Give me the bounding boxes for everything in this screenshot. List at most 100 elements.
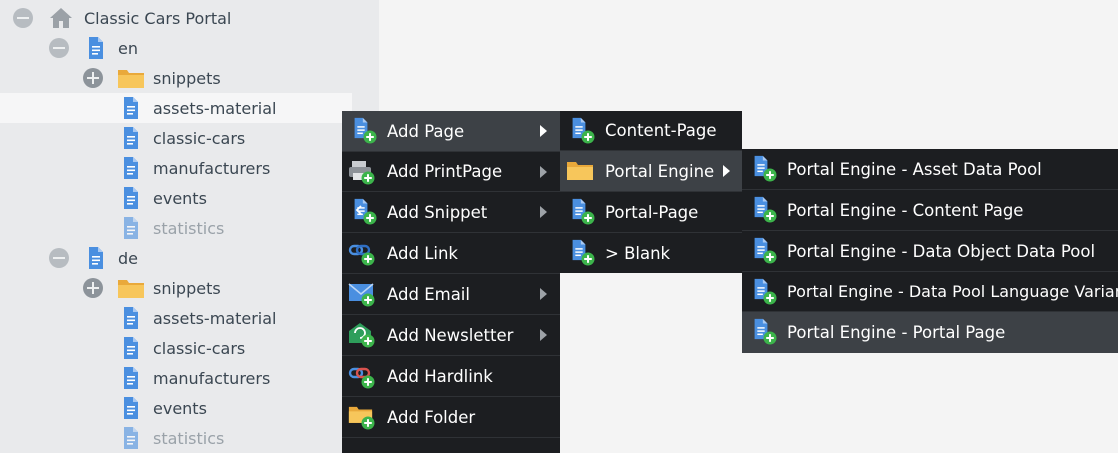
menu-item-add-snippet[interactable]: Add Snippet <box>342 192 560 233</box>
add-page-submenu: Content-Page Portal Engine Portal-Page >… <box>560 111 742 273</box>
context-menu: Add Page Add PrintPage Add Snippet Add L… <box>342 111 560 453</box>
menu-item-add-hardlink[interactable]: Add Hardlink <box>342 356 560 397</box>
tree-item-statistics[interactable]: statistics <box>0 423 379 453</box>
tree-item-events[interactable]: events <box>0 183 379 213</box>
tree-item-classic-cars[interactable]: classic-cars <box>0 333 379 363</box>
collapse-icon[interactable] <box>13 8 33 28</box>
menu-item-add-printpage[interactable]: Add PrintPage <box>342 152 560 192</box>
menu-item-add-folder[interactable]: Add Folder <box>342 397 560 438</box>
menu-item-label: Portal Engine - Portal Page <box>787 323 1006 342</box>
add-printpage-icon <box>349 161 375 185</box>
tree-item-classic-cars[interactable]: classic-cars <box>0 123 379 153</box>
tree-item-de[interactable]: de <box>0 243 379 273</box>
submenu-arrow-icon <box>540 206 547 218</box>
menu-item-portal-engine-data-pool-language-variant[interactable]: Portal Engine - Data Pool Language Varia… <box>742 272 1118 312</box>
add-email-icon <box>348 283 375 307</box>
menu-item-label: Portal Engine - Content Page <box>787 200 1024 220</box>
menu-item-label: Portal Engine - Data Pool Language Varia… <box>787 282 1118 301</box>
tree-item-statistics[interactable]: statistics <box>0 213 379 243</box>
tree-item-label: en <box>118 38 138 58</box>
home-icon <box>49 6 73 30</box>
menu-item-label: Add Snippet <box>387 202 488 222</box>
menu-item-content-page[interactable]: Content-Page <box>560 111 742 151</box>
menu-item-label: Add Hardlink <box>387 366 493 386</box>
tree-item-snippets[interactable]: snippets <box>0 273 379 303</box>
submenu-arrow-icon <box>540 288 547 300</box>
tree-item-assets-material[interactable]: assets-material <box>0 303 379 333</box>
folder-icon <box>117 66 145 90</box>
document-icon <box>119 216 143 240</box>
menu-item-add-page[interactable]: Add Page <box>342 111 560 152</box>
submenu-arrow-icon <box>540 166 547 178</box>
tree-item-label: classic-cars <box>153 128 246 148</box>
document-icon <box>119 96 143 120</box>
tree-item-label: statistics <box>153 428 225 448</box>
menu-item-add-newsletter[interactable]: Add Newsletter <box>342 315 560 356</box>
tree-item-label: de <box>118 248 138 268</box>
add-page-icon <box>354 117 377 144</box>
add-page-icon <box>754 318 777 345</box>
tree-item-assets-material[interactable]: assets-material <box>0 93 352 123</box>
menu-item-portal-engine-data-object-data-pool[interactable]: Portal Engine - Data Object Data Pool <box>742 231 1118 272</box>
tree-item-label: Classic Cars Portal <box>84 8 232 28</box>
document-icon <box>119 156 143 180</box>
tree-item-label: events <box>153 398 207 418</box>
tree-item-label: events <box>153 188 207 208</box>
add-page-icon <box>572 117 595 144</box>
tree-item-label: classic-cars <box>153 338 246 358</box>
document-icon <box>119 306 143 330</box>
menu-item-portal-engine-content-page[interactable]: Portal Engine - Content Page <box>742 190 1118 231</box>
submenu-arrow-icon <box>540 329 547 341</box>
document-icon <box>119 126 143 150</box>
document-icon <box>84 246 108 270</box>
tree-item-label: statistics <box>153 218 225 238</box>
menu-item-label: Add Email <box>387 284 470 304</box>
menu-item-label: Add Link <box>387 243 458 263</box>
menu-item-label: Add Newsletter <box>387 325 514 345</box>
add-page-icon <box>754 155 777 182</box>
menu-item-portal-engine-portal-page[interactable]: Portal Engine - Portal Page <box>742 312 1118 353</box>
menu-item-blank[interactable]: > Blank <box>560 233 742 273</box>
menu-item-portal-engine[interactable]: Portal Engine <box>560 151 742 192</box>
tree-item-label: assets-material <box>153 98 277 118</box>
add-page-icon <box>754 278 777 305</box>
menu-item-portal-engine-asset-data-pool[interactable]: Portal Engine - Asset Data Pool <box>742 149 1118 190</box>
menu-item-label: Content-Page <box>605 121 717 140</box>
tree-item-label: snippets <box>153 68 221 88</box>
tree-item-manufacturers[interactable]: manufacturers <box>0 363 379 393</box>
menu-item-label: Portal Engine <box>605 161 715 181</box>
menu-item-label: Add Page <box>387 121 465 141</box>
expand-icon[interactable] <box>83 68 103 88</box>
submenu-arrow-icon <box>540 125 547 137</box>
menu-item-label: Add PrintPage <box>387 162 503 181</box>
menu-item-label: Portal-Page <box>605 202 699 222</box>
tree-item-snippets[interactable]: snippets <box>0 63 379 93</box>
document-icon <box>119 396 143 420</box>
menu-item-portal-page[interactable]: Portal-Page <box>560 192 742 233</box>
submenu-arrow-icon <box>723 165 730 177</box>
add-snippet-icon <box>354 198 377 225</box>
add-folder-icon <box>348 406 375 430</box>
expand-icon[interactable] <box>83 278 103 298</box>
folder-icon <box>567 162 593 180</box>
add-newsletter-icon <box>349 323 375 348</box>
folder-icon <box>117 276 145 300</box>
tree-item-en[interactable]: en <box>0 33 379 63</box>
add-hardlink-icon <box>348 367 375 389</box>
menu-item-label: Portal Engine - Asset Data Pool <box>787 159 1042 179</box>
add-page-icon <box>572 239 595 266</box>
menu-item-label: > Blank <box>605 243 671 263</box>
add-link-icon <box>348 244 375 266</box>
menu-item-add-email[interactable]: Add Email <box>342 274 560 315</box>
menu-item-label: Portal Engine - Data Object Data Pool <box>787 241 1096 261</box>
document-icon <box>119 366 143 390</box>
tree-item-events[interactable]: events <box>0 393 379 423</box>
menu-item-add-link[interactable]: Add Link <box>342 233 560 274</box>
tree-item-classic-cars-portal[interactable]: Classic Cars Portal <box>0 3 379 33</box>
tree-item-manufacturers[interactable]: manufacturers <box>0 153 379 183</box>
add-page-icon <box>572 198 595 225</box>
document-tree: Classic Cars Portal en snippets assets-m… <box>0 0 379 453</box>
collapse-icon[interactable] <box>49 38 69 58</box>
document-icon <box>84 36 108 60</box>
collapse-icon[interactable] <box>49 248 69 268</box>
